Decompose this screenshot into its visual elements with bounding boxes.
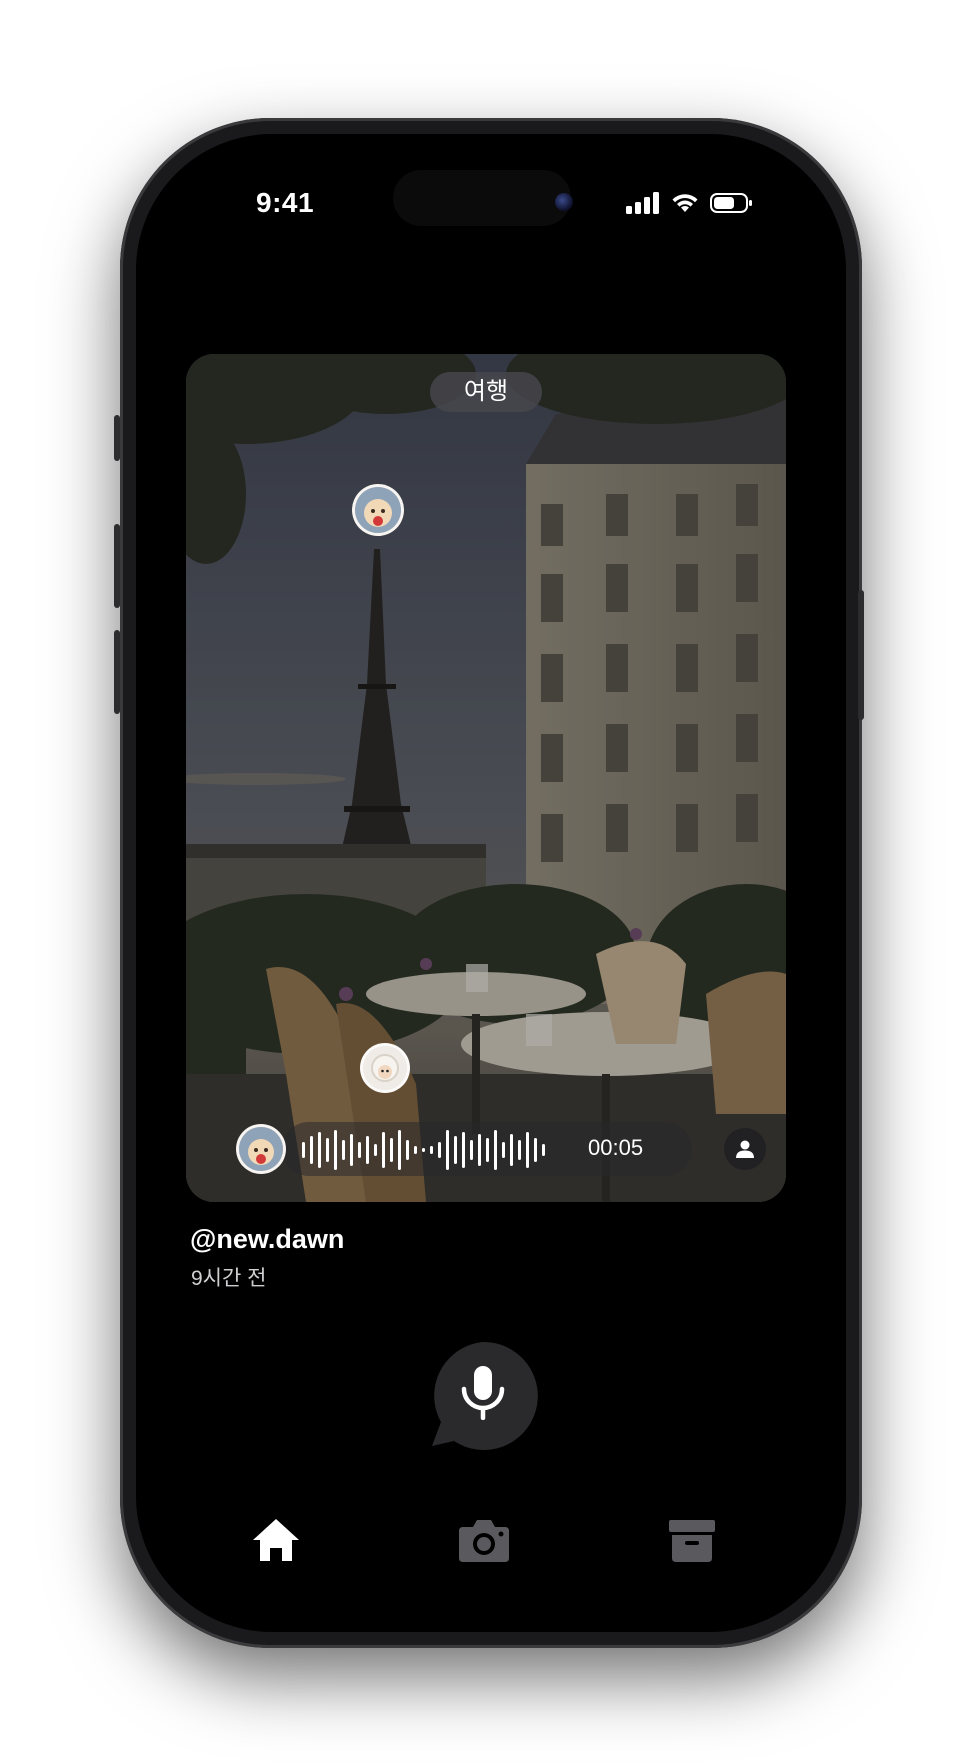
power-button [858,590,864,720]
action-button [114,415,120,461]
tab-archive[interactable] [664,1512,720,1568]
volume-up-button [114,524,120,608]
voice-sender-avatar[interactable] [236,1124,286,1174]
reaction-avatar[interactable] [360,1043,410,1093]
waveform-icon[interactable] [302,1128,558,1172]
eiffel-tower-terrace-photo [186,354,786,1202]
post-photo[interactable] [186,354,786,1202]
front-camera [555,193,573,211]
profile-button[interactable] [724,1128,766,1170]
post-username[interactable]: @new.dawn [190,1224,344,1255]
dynamic-island [393,170,571,226]
status-time: 9:41 [256,187,315,218]
reaction-avatar[interactable] [352,484,404,536]
avatar-image [239,1127,283,1171]
tab-home[interactable] [248,1512,304,1568]
signal-icon [626,192,659,214]
wifi-icon [672,194,698,212]
person-icon [736,1140,754,1158]
home-icon [253,1519,299,1561]
camera-icon [459,1520,509,1562]
mic-bubble [432,1341,538,1450]
volume-down-button [114,630,120,714]
status-icons [626,192,754,214]
category-tag[interactable]: 여행 [430,372,542,412]
record-voice-button[interactable] [428,1341,538,1450]
voice-duration: 00:05 [588,1135,644,1160]
avatar-image [355,487,401,533]
battery-icon [710,193,752,213]
avatar-image [363,1046,407,1090]
tab-camera[interactable] [456,1512,512,1568]
post-time-ago: 9시간 전 [191,1267,267,1290]
archive-icon [669,1520,715,1562]
